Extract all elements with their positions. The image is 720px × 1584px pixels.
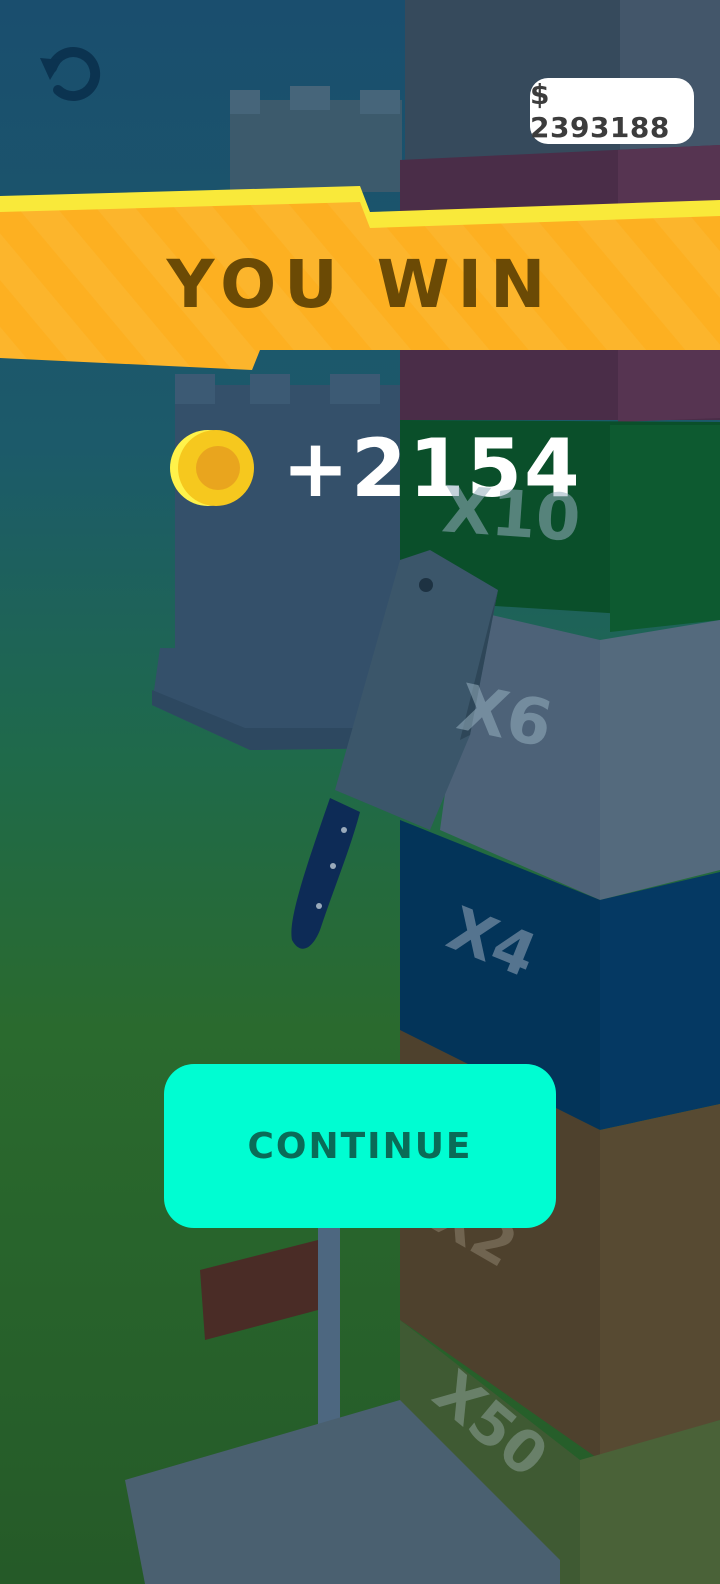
multiplier-label: X10	[439, 473, 583, 557]
result-title: YOU WIN	[166, 246, 554, 323]
signpost	[200, 1228, 340, 1428]
game-scene	[0, 0, 720, 1584]
continue-button[interactable]: CONTINUE	[164, 1064, 556, 1228]
distant-castle	[230, 86, 402, 192]
coin-icon	[170, 430, 254, 506]
restart-icon	[40, 47, 101, 101]
money-counter: $ 2393188	[530, 78, 694, 144]
restart-button[interactable]	[34, 38, 106, 110]
